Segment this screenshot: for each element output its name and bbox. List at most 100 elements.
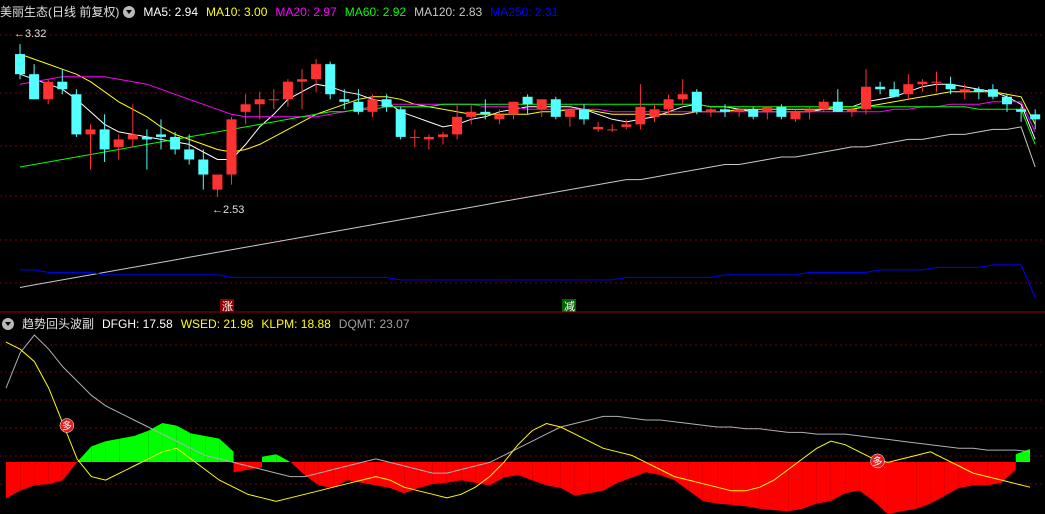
green-fill-segment bbox=[77, 446, 92, 462]
candle-body bbox=[57, 81, 68, 90]
candle-body bbox=[564, 109, 575, 117]
red-fill-segment bbox=[20, 462, 35, 491]
candle-body bbox=[381, 99, 392, 107]
candle-body bbox=[113, 139, 124, 147]
red-fill-segment bbox=[375, 462, 390, 488]
candle-body bbox=[931, 81, 942, 83]
red-fill-segment bbox=[489, 462, 504, 486]
candle-body bbox=[452, 116, 463, 135]
red-fill-segment bbox=[461, 462, 476, 483]
candle-body bbox=[875, 86, 886, 90]
ma250-label: MA250: 2.31 bbox=[490, 5, 559, 19]
red-fill-segment bbox=[617, 462, 632, 483]
candle-body bbox=[141, 136, 152, 140]
green-fill-segment bbox=[148, 423, 163, 462]
red-fill-segment bbox=[631, 462, 646, 478]
red-fill-segment bbox=[34, 462, 49, 486]
candle-body bbox=[29, 74, 40, 100]
candle-body bbox=[550, 99, 561, 117]
red-fill-segment bbox=[958, 462, 974, 488]
candle-body bbox=[325, 64, 336, 95]
ma120-line bbox=[19, 126, 1036, 288]
red-fill-segment bbox=[873, 462, 888, 514]
red-fill-segment bbox=[418, 462, 433, 488]
candle-body bbox=[85, 129, 96, 135]
green-fill-segment bbox=[134, 430, 149, 462]
candle-body bbox=[339, 99, 350, 102]
candle-body bbox=[579, 109, 589, 120]
red-fill-segment bbox=[944, 462, 959, 496]
candle-body bbox=[282, 81, 293, 100]
red-fill-segment bbox=[845, 462, 860, 494]
ma20-label: MA20: 2.97 bbox=[275, 5, 337, 19]
candle-body bbox=[649, 109, 660, 117]
red-fill-segment bbox=[546, 462, 561, 488]
candle-body bbox=[522, 96, 533, 105]
candle-body bbox=[268, 99, 279, 101]
signal-badge-label: 多 bbox=[873, 455, 883, 468]
red-fill-segment bbox=[816, 462, 831, 504]
candle-body bbox=[621, 124, 632, 127]
candle-body bbox=[776, 106, 787, 117]
signal-down-label: 减 bbox=[564, 300, 575, 313]
candle-body bbox=[367, 99, 378, 112]
candle-body bbox=[466, 111, 477, 117]
red-fill-segment bbox=[916, 462, 931, 509]
candle-body bbox=[917, 81, 928, 85]
red-fill-segment bbox=[802, 462, 817, 509]
red-fill-segment bbox=[987, 462, 1002, 486]
candle-body bbox=[1030, 114, 1041, 120]
candle-body bbox=[748, 109, 759, 117]
green-fill-segment bbox=[219, 438, 234, 462]
candle-body bbox=[832, 101, 843, 112]
ma5-label: MA5: 2.94 bbox=[143, 5, 199, 19]
dropdown-icon[interactable] bbox=[2, 318, 14, 330]
sub-panel-header: 趋势回头波副 DFGH: 17.58 WSED: 21.98 KLPM: 18.… bbox=[0, 315, 418, 333]
candle-body bbox=[297, 79, 307, 82]
green-fill-segment bbox=[162, 423, 177, 462]
red-fill-segment bbox=[1001, 462, 1016, 483]
red-fill-segment bbox=[887, 462, 902, 514]
red-fill-segment bbox=[717, 462, 732, 505]
red-fill-segment bbox=[518, 462, 533, 481]
candle-body bbox=[846, 109, 857, 112]
red-fill-segment bbox=[603, 462, 618, 491]
green-fill-segment bbox=[91, 441, 106, 462]
chart-canvas: ←3.32←2.53涨 减多多 bbox=[0, 28, 1045, 514]
green-fill-segment bbox=[176, 425, 191, 462]
main-panel-header: 美丽生态(日线 前复权) MA5: 2.94 MA10: 3.00 MA20: … bbox=[0, 3, 566, 21]
signal-badge-label: 多 bbox=[62, 420, 72, 433]
red-fill-segment bbox=[390, 462, 405, 494]
red-fill-segment bbox=[560, 462, 575, 496]
candle-body bbox=[99, 129, 110, 150]
ma10-label: MA10: 3.00 bbox=[206, 5, 268, 19]
ma120-label: MA120: 2.83 bbox=[414, 5, 483, 19]
red-fill-segment bbox=[859, 462, 874, 501]
candle-body bbox=[536, 99, 547, 110]
high-price-label: ←3.32 bbox=[14, 28, 46, 40]
candle-body bbox=[423, 136, 434, 140]
green-fill-segment bbox=[262, 454, 277, 462]
ma250-line bbox=[20, 264, 1036, 298]
candle-body bbox=[635, 106, 646, 125]
klpm-label: KLPM: 18.88 bbox=[261, 317, 331, 331]
red-fill-segment bbox=[674, 462, 689, 491]
dropdown-icon[interactable] bbox=[123, 6, 136, 18]
red-fill-segment bbox=[233, 462, 248, 473]
candle-body bbox=[903, 84, 914, 95]
green-fill-segment bbox=[276, 454, 291, 462]
candle-body bbox=[198, 159, 209, 175]
red-fill-segment bbox=[830, 462, 846, 501]
green-fill-segment bbox=[119, 436, 134, 462]
candle-body bbox=[494, 114, 505, 120]
candle-body bbox=[663, 99, 674, 110]
candle-body bbox=[226, 119, 237, 175]
candle-body bbox=[818, 101, 829, 110]
red-fill-segment bbox=[902, 462, 917, 512]
red-fill-segment bbox=[503, 462, 518, 478]
candle-body bbox=[353, 101, 364, 112]
red-fill-segment bbox=[290, 462, 305, 475]
red-fill-segment bbox=[930, 462, 945, 504]
candle-body bbox=[480, 111, 491, 115]
red-fill-segment bbox=[361, 462, 376, 486]
